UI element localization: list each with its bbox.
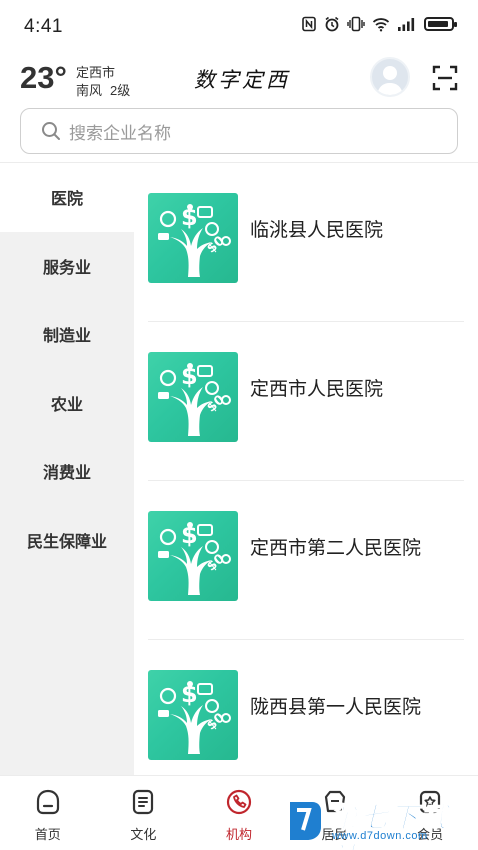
scan-icon[interactable] [432,65,458,91]
temperature: 23° [20,60,67,95]
category-livelihood[interactable]: 民生保障业 [0,506,134,575]
nav-label: 机构 [225,827,252,842]
institution-list: $ $0 临洮县人民医院 $ $0 定西市人民医院 $ $0 定西市第二人民医院… [134,163,478,775]
search-icon [42,122,60,140]
institution-name: 陇西县第一人民医院 [250,697,422,718]
alarm-icon [325,16,339,32]
institution-thumbnail: $ $0 [148,670,238,760]
wind-direction: 南风 [76,83,103,98]
nav-institution[interactable]: 机构 [191,776,287,850]
wind-level: 2级 [110,83,131,98]
institution-name: 定西市第二人民医院 [250,538,422,559]
money-tree-icon: $ $0 [158,680,231,754]
vibrate-icon [347,16,365,32]
top-header: 23° 定西市 南风 2级 数字定西 [0,48,478,108]
site-watermark: 第七下载站 www.d7down.com [282,790,478,850]
institution-name: 定西市人民医院 [250,379,384,400]
institution-thumbnail: $ $0 [148,352,238,442]
institution-thumbnail: $ $0 [148,511,238,601]
weather-city: 定西市 [76,65,116,80]
status-bar: 4:41 [0,0,478,48]
nav-home[interactable]: 首页 [0,776,96,850]
status-icons [301,16,457,32]
list-item[interactable]: $ $0 定西市人民医院 [148,322,464,481]
institution-icon [226,789,252,815]
culture-icon [133,789,154,815]
nav-label: 首页 [34,827,61,842]
category-sidebar: 医院 服务业 制造业 农业 消费业 民生保障业 [0,163,134,775]
signal-icon [398,18,415,31]
nav-culture[interactable]: 文化 [96,776,192,850]
wifi-icon [372,18,390,32]
money-tree-icon: $ $0 [158,203,231,277]
list-item[interactable]: $ $0 定西市第二人民医院 [148,481,464,640]
institution-thumbnail: $ $0 [148,193,238,283]
avatar[interactable] [370,57,410,97]
category-manufacturing[interactable]: 制造业 [0,300,134,369]
category-hospital[interactable]: 医院 [0,163,134,232]
nav-label: 文化 [130,827,157,842]
money-tree-icon: $ $0 [158,521,231,595]
institution-name: 临洮县人民医院 [250,220,384,241]
watermark-url: www.d7down.com [332,830,428,842]
watermark-logo-icon [290,802,321,840]
battery-icon [424,17,457,31]
weather-wind: 南风 2级 [76,80,130,99]
money-tree-icon: $ $0 [158,362,231,436]
home-icon [36,789,59,815]
user-avatar-icon [377,66,403,95]
search-placeholder: 搜索企业名称 [69,123,171,143]
category-agriculture[interactable]: 农业 [0,369,134,438]
category-consumer[interactable]: 消费业 [0,437,134,506]
search-input[interactable]: 搜索企业名称 [20,108,458,154]
list-item[interactable]: $ $0 临洮县人民医院 [148,163,464,322]
category-service[interactable]: 服务业 [0,232,134,301]
app-title: 数字定西 [194,68,290,92]
nfc-icon [302,16,316,32]
status-time: 4:41 [24,16,63,37]
